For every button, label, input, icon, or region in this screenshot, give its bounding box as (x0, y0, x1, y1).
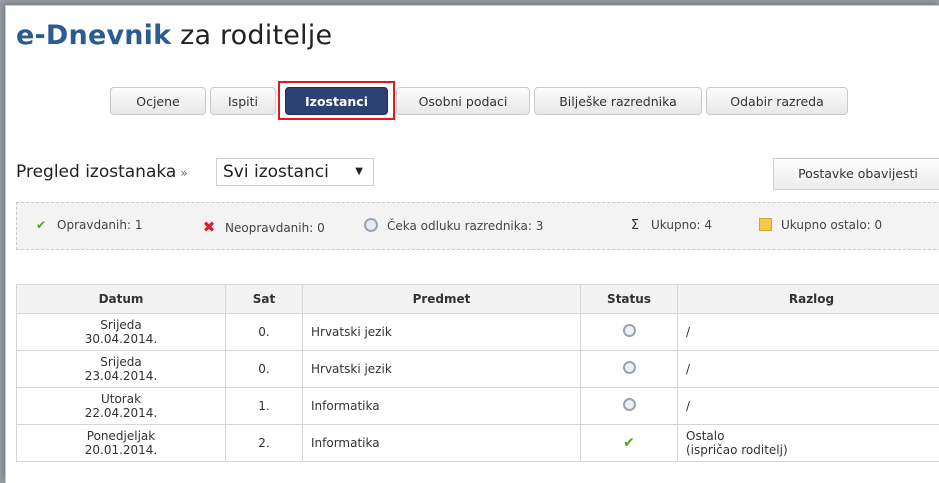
cell-status (581, 314, 678, 351)
tab-odabir-razreda[interactable]: Odabir razreda (706, 87, 848, 115)
cell-razlog-text: / (686, 362, 690, 376)
table-header-row: Datum Sat Predmet Status Razlog (17, 285, 939, 314)
note-icon (759, 218, 772, 231)
summary-neopravdanih: ✖ Neopravdanih: 0 (201, 218, 325, 236)
cell-razlog-detail: (ispričao roditelj) (686, 443, 788, 457)
table-row: Utorak22.04.2014. 1. Informatika / (17, 388, 939, 425)
cell-razlog-text: / (686, 399, 690, 413)
brand-name: e-Dnevnik (16, 20, 171, 51)
active-tab-highlight (278, 81, 395, 120)
cell-sat: 2. (226, 425, 303, 462)
cell-status (581, 388, 678, 425)
summary-neopravdanih-text: Neopravdanih: 0 (225, 221, 325, 235)
table-row: Srijeda23.04.2014. 0. Hrvatski jezik / (17, 351, 939, 388)
clock-icon (623, 398, 636, 411)
cross-icon: ✖ (201, 218, 217, 236)
column-header-datum: Datum (17, 285, 226, 314)
cell-predmet: Hrvatski jezik (303, 351, 581, 388)
sigma-icon: Σ (627, 218, 643, 233)
cell-predmet: Informatika (303, 425, 581, 462)
summary-ceka: Čeka odluku razrednika: 3 (363, 218, 543, 233)
cell-razlog-text: Ostalo (686, 429, 724, 443)
title-suffix: za roditelje (171, 20, 332, 51)
cell-sat: 1. (226, 388, 303, 425)
filter-select-value: Svi izostanci (223, 162, 329, 182)
clock-icon (364, 218, 378, 232)
cell-sat: 0. (226, 314, 303, 351)
table-row: Ponedjeljak20.01.2014. 2. Informatika ✔ … (17, 425, 939, 462)
cell-date: 22.04.2014. (85, 406, 158, 420)
cell-razlog-text: / (686, 325, 690, 339)
cell-datum: Utorak22.04.2014. (17, 388, 226, 425)
tab-ocjene[interactable]: Ocjene (110, 87, 206, 115)
summary-ukupno-text: Ukupno: 4 (651, 218, 712, 232)
tab-ispiti[interactable]: Ispiti (210, 87, 276, 115)
cell-razlog: / (678, 351, 939, 388)
page-title: e-Dnevnik za roditelje (16, 20, 332, 51)
cell-day: Ponedjeljak (87, 429, 155, 443)
summary-ukupno-ostalo-text: Ukupno ostalo: 0 (781, 218, 882, 232)
cell-predmet: Informatika (303, 388, 581, 425)
app-frame: e-Dnevnik za roditelje Ocjene Ispiti Izo… (5, 5, 939, 483)
dropdown-arrow-icon: ▼ (355, 159, 363, 185)
cell-sat: 0. (226, 351, 303, 388)
absences-table: Datum Sat Predmet Status Razlog Srijeda3… (16, 284, 939, 462)
column-header-sat: Sat (226, 285, 303, 314)
summary-ukupno-ostalo: Ukupno ostalo: 0 (757, 218, 882, 232)
section-heading: Pregled izostanaka » (16, 162, 192, 182)
clock-icon (623, 361, 636, 374)
notification-settings-button[interactable]: Postavke obavijesti (773, 158, 939, 190)
summary-bar: ✔ Opravdanih: 1 ✖ Neopravdanih: 0 Čeka odl… (16, 202, 939, 250)
cell-status (581, 351, 678, 388)
tab-osobni-podaci[interactable]: Osobni podaci (396, 87, 530, 115)
cell-day: Srijeda (100, 355, 142, 369)
cell-razlog: / (678, 388, 939, 425)
summary-opravdanih-text: Opravdanih: 1 (57, 218, 142, 232)
summary-ukupno: Σ Ukupno: 4 (627, 218, 712, 233)
cell-datum: Srijeda23.04.2014. (17, 351, 226, 388)
cell-day: Utorak (101, 392, 141, 406)
tab-biljeske-razrednika[interactable]: Bilješke razrednika (534, 87, 702, 115)
cell-datum: Ponedjeljak20.01.2014. (17, 425, 226, 462)
cell-date: 23.04.2014. (85, 369, 158, 383)
summary-opravdanih: ✔ Opravdanih: 1 (33, 218, 142, 232)
column-header-razlog: Razlog (678, 285, 939, 314)
cell-date: 30.04.2014. (85, 332, 158, 346)
column-header-predmet: Predmet (303, 285, 581, 314)
table-row: Srijeda30.04.2014. 0. Hrvatski jezik / (17, 314, 939, 351)
check-icon: ✔ (33, 218, 49, 232)
clock-icon (623, 324, 636, 337)
cell-status: ✔ (581, 425, 678, 462)
summary-ceka-text: Čeka odluku razrednika: 3 (387, 219, 543, 233)
column-header-status: Status (581, 285, 678, 314)
cell-razlog: / (678, 314, 939, 351)
filter-select[interactable]: Svi izostanci ▼ (216, 158, 374, 186)
cell-predmet: Hrvatski jezik (303, 314, 581, 351)
cell-razlog: Ostalo(ispričao roditelj) (678, 425, 939, 462)
cell-date: 20.01.2014. (85, 443, 158, 457)
section-heading-text: Pregled izostanaka (16, 162, 176, 182)
cell-day: Srijeda (100, 318, 142, 332)
cell-datum: Srijeda30.04.2014. (17, 314, 226, 351)
check-icon: ✔ (623, 435, 635, 451)
breadcrumb-separator: » (180, 166, 187, 180)
